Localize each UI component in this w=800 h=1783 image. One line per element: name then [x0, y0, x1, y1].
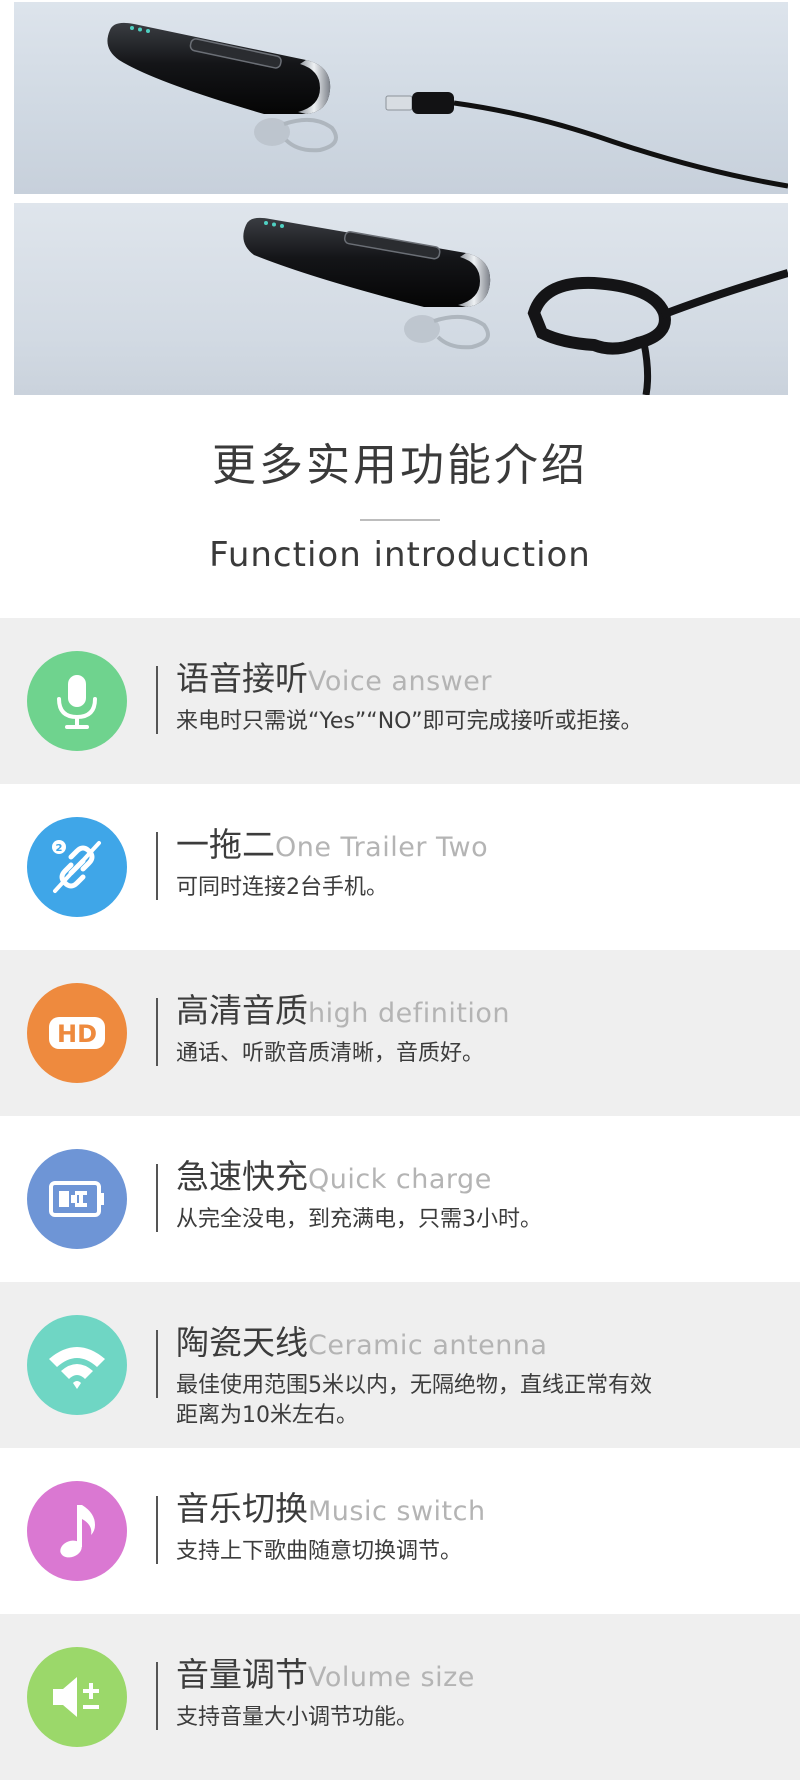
feature-high-definition: HD 高清音质high definition 通话、听歌音质清晰，音质好。 — [0, 950, 800, 1116]
hd-icon: HD — [27, 983, 127, 1083]
battery-charge-icon — [27, 1149, 127, 1249]
product-photo-ear-loop — [14, 203, 788, 395]
feature-title-en: high definition — [308, 998, 511, 1029]
feature-one-trailer-two: 2 一拖二One Trailer Two 可同时连接2台手机。 — [0, 784, 800, 950]
feature-title-en: Voice answer — [308, 666, 492, 697]
feature-title-en: Ceramic antenna — [308, 1330, 548, 1361]
feature-title-cn: 音量调节 — [176, 1655, 308, 1694]
feature-title-cn: 音乐切换 — [176, 1489, 308, 1528]
feature-divider — [156, 832, 158, 900]
feature-volume-size: 音量调节Volume size 支持音量大小调节功能。 — [0, 1614, 800, 1780]
feature-music-switch: 音乐切换Music switch 支持上下歌曲随意切换调节。 — [0, 1448, 800, 1614]
svg-text:2: 2 — [56, 843, 63, 854]
feature-title-cn: 语音接听 — [176, 659, 308, 698]
heading-title-cn: 更多实用功能介绍 — [212, 440, 588, 491]
feature-divider — [156, 998, 158, 1066]
volume-icon — [27, 1647, 127, 1747]
feature-voice-answer: 语音接听Voice answer 来电时只需说“Yes”“NO”即可完成接听或拒… — [0, 618, 800, 784]
heading-divider — [360, 518, 440, 521]
feature-title-en: Music switch — [308, 1496, 486, 1527]
heading-title-en: Function introduction — [209, 534, 591, 575]
feature-description: 来电时只需说“Yes”“NO”即可完成接听或拒接。 — [176, 709, 643, 734]
feature-title-cn: 高清音质 — [176, 991, 308, 1030]
feature-title-en: Volume size — [308, 1662, 475, 1693]
link-two-icon: 2 — [27, 817, 127, 917]
microphone-icon — [27, 651, 127, 751]
feature-divider — [156, 666, 158, 734]
wifi-icon — [27, 1315, 127, 1415]
feature-title-en: Quick charge — [308, 1164, 492, 1195]
svg-text:HD: HD — [57, 1020, 97, 1048]
feature-description: 最佳使用范围5米以内，无隔绝物，直线正常有效 距离为10米左右。 — [176, 1373, 652, 1428]
feature-title-cn: 一拖二 — [176, 825, 275, 864]
feature-title-en: One Trailer Two — [275, 832, 489, 863]
feature-divider — [156, 1164, 158, 1232]
feature-divider — [156, 1496, 158, 1564]
feature-quick-charge: 急速快充Quick charge 从完全没电，到充满电，只需3小时。 — [0, 1116, 800, 1282]
feature-description: 支持上下歌曲随意切换调节。 — [176, 1539, 463, 1564]
product-photo-usb-charging — [14, 2, 788, 194]
music-note-icon — [27, 1481, 127, 1581]
feature-title-cn: 陶瓷天线 — [176, 1323, 308, 1362]
feature-list: 语音接听Voice answer 来电时只需说“Yes”“NO”即可完成接听或拒… — [0, 618, 800, 1780]
feature-divider — [156, 1662, 158, 1730]
feature-title-cn: 急速快充 — [176, 1157, 308, 1196]
feature-ceramic-antenna: 陶瓷天线Ceramic antenna 最佳使用范围5米以内，无隔绝物，直线正常… — [0, 1282, 800, 1448]
feature-description: 支持音量大小调节功能。 — [176, 1705, 419, 1730]
section-heading: 更多实用功能介绍 Function introduction — [0, 440, 800, 575]
feature-description: 可同时连接2台手机。 — [176, 875, 388, 900]
feature-divider — [156, 1330, 158, 1398]
feature-description: 从完全没电，到充满电，只需3小时。 — [176, 1207, 542, 1232]
feature-description: 通话、听歌音质清晰，音质好。 — [176, 1041, 485, 1066]
